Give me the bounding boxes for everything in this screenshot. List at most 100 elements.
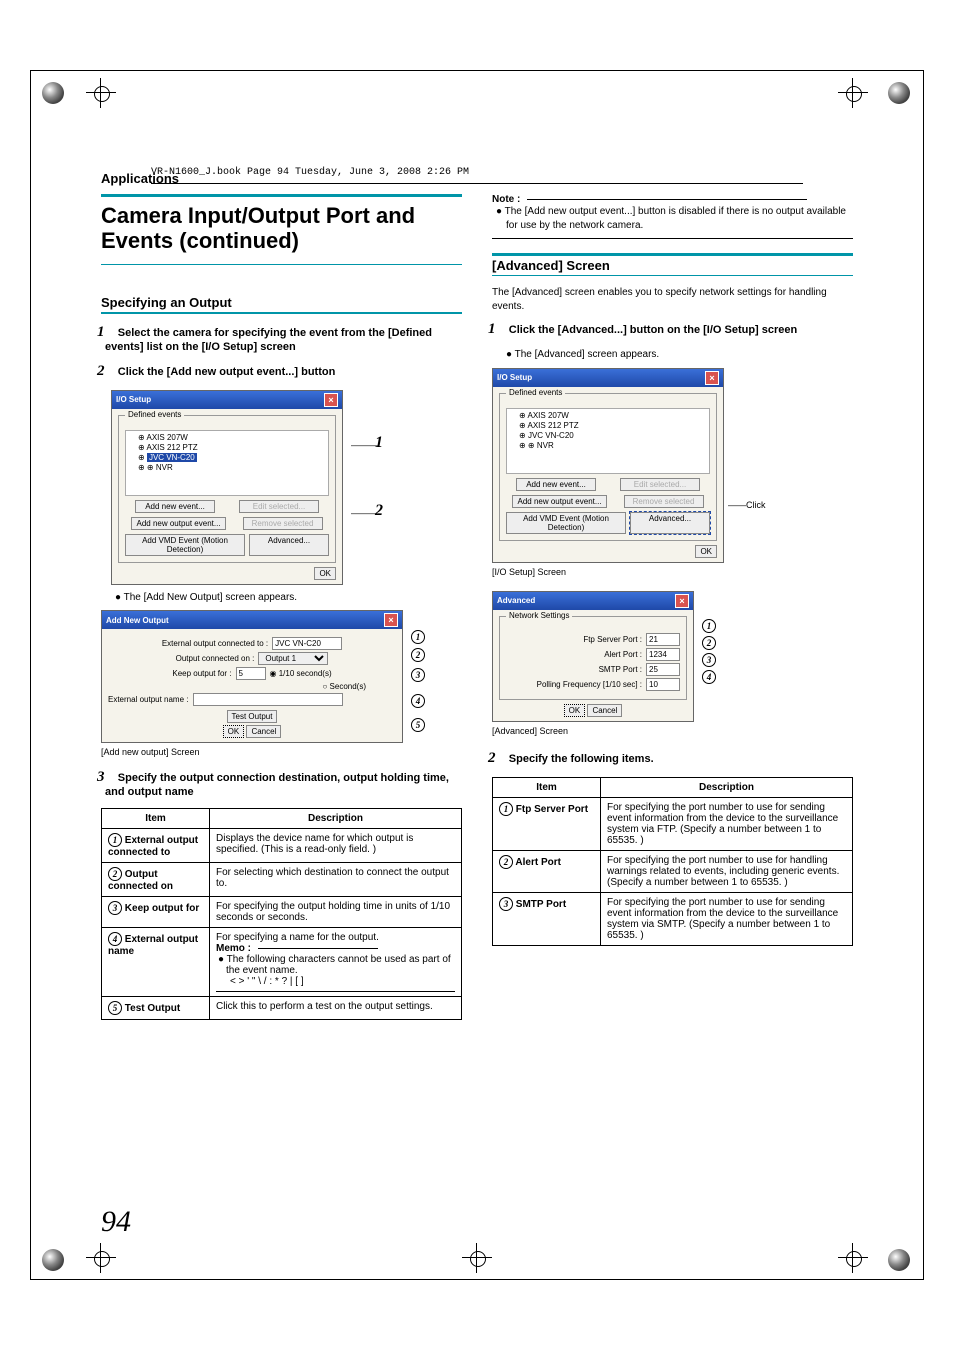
- right-column: Note : ● The [Add new output event...] b…: [492, 194, 853, 1020]
- output-items-table: Item Description 1 External output conne…: [101, 808, 462, 1020]
- ext-output-connected-field: [272, 637, 342, 650]
- advanced-button-highlighted: Advanced...: [630, 512, 710, 534]
- callout-5: 5: [411, 718, 425, 732]
- callout-line-1: ———: [351, 440, 378, 450]
- poll-freq-label: Polling Frequency [1/10 sec] :: [537, 680, 642, 689]
- radio-tenth-second: ◉ 1/10 second(s): [270, 669, 332, 678]
- edit-selected-button: Edit selected...: [239, 500, 319, 513]
- table-row: 4 External output name For specifying a …: [102, 928, 462, 997]
- book-header-text: VR-N1600_J.book Page 94 Tuesday, June 3,…: [151, 167, 469, 178]
- add-event-button: Add new event...: [135, 500, 215, 513]
- th-item: Item: [493, 777, 601, 797]
- window-title: Add New Output: [106, 616, 169, 625]
- callout-line-2: ———: [351, 508, 378, 518]
- network-settings-group: Network Settings Ftp Server Port : Alert…: [499, 616, 687, 700]
- remove-selected-button: Remove selected: [243, 517, 323, 530]
- window-title: Advanced: [497, 596, 535, 605]
- table-row: 3 SMTP Port For specifying the port numb…: [493, 892, 853, 945]
- tree-item: ⊕ AXIS 207W: [509, 411, 707, 421]
- title-box: Camera Input/Output Port and Events (con…: [101, 194, 462, 265]
- step-number: 1: [101, 324, 115, 341]
- click-pointer: ——Click: [728, 500, 766, 510]
- ext-output-name-label: External output name :: [108, 695, 189, 704]
- step-text: Specify the following items.: [509, 753, 654, 765]
- defined-events-group: Defined events ⊕ AXIS 207W ⊕ AXIS 212 PT…: [118, 415, 336, 563]
- window-titlebar: I/O Setup ×: [493, 369, 723, 387]
- advanced-items-table: Item Description 1 Ftp Server Port For s…: [492, 777, 853, 946]
- left-step-2: 2 Click the [Add new output event...] bu…: [101, 363, 462, 380]
- add-output-event-button: Add new output event...: [512, 495, 606, 508]
- output-connected-on-select: Output 1: [258, 652, 328, 665]
- left-step-1: 1 Select the camera for specifying the e…: [101, 324, 462, 353]
- callout-3: 3: [411, 668, 425, 682]
- ok-button: OK: [564, 704, 586, 717]
- left-column: Camera Input/Output Port and Events (con…: [101, 194, 462, 1020]
- alert-port-field: [646, 648, 680, 661]
- advanced-screenshot: Advanced × Network Settings Ftp Server P…: [492, 591, 694, 722]
- table-row: 3 Keep output for For specifying the out…: [102, 897, 462, 928]
- th-desc: Description: [210, 809, 462, 829]
- page-number: 94: [101, 1205, 131, 1239]
- page-frame: VR-N1600_J.book Page 94 Tuesday, June 3,…: [30, 70, 924, 1280]
- defined-events-group: Defined events ⊕ AXIS 207W ⊕ AXIS 212 PT…: [499, 393, 717, 541]
- callout-1: 1: [702, 619, 716, 633]
- callout-4: 4: [702, 670, 716, 684]
- window-title: I/O Setup: [116, 395, 151, 404]
- io-setup-caption: [I/O Setup] Screen: [492, 567, 853, 577]
- th-desc: Description: [601, 777, 853, 797]
- remove-selected-button: Remove selected: [624, 495, 704, 508]
- close-icon: ×: [384, 613, 398, 627]
- ok-button: OK: [314, 567, 336, 580]
- add-vmd-button: Add VMD Event (Motion Detection): [125, 534, 245, 556]
- callout-1: 1: [375, 434, 383, 452]
- step-number: 1: [492, 321, 506, 338]
- defined-events-tree: ⊕ AXIS 207W ⊕ AXIS 212 PTZ ⊕ JVC VN-C20 …: [125, 430, 329, 496]
- add-vmd-button: Add VMD Event (Motion Detection): [506, 512, 626, 534]
- subhead-advanced: [Advanced] Screen: [492, 258, 853, 276]
- io-setup-screenshot-right: I/O Setup × Defined events ⊕ AXIS 207W ⊕…: [492, 368, 724, 563]
- ext-output-name-field: [193, 693, 343, 706]
- output-connected-on-label: Output connected on :: [176, 654, 255, 663]
- ok-button: OK: [695, 545, 717, 558]
- book-header: VR-N1600_J.book Page 94 Tuesday, June 3,…: [151, 167, 803, 178]
- step-text: Select the camera for specifying the eve…: [105, 327, 432, 353]
- group-legend: Defined events: [125, 410, 184, 419]
- note-title: Note :: [492, 194, 520, 205]
- advanced-intro: The [Advanced] screen enables you to spe…: [492, 286, 853, 313]
- step-number: 3: [101, 769, 115, 786]
- tree-item: ⊕ AXIS 212 PTZ: [509, 421, 707, 431]
- add-event-button: Add new event...: [516, 478, 596, 491]
- step-number: 2: [492, 750, 506, 767]
- alert-port-label: Alert Port :: [604, 650, 642, 659]
- advanced-caption: [Advanced] Screen: [492, 726, 853, 736]
- window-title: I/O Setup: [497, 373, 532, 382]
- table-row: 1 Ftp Server Port For specifying the por…: [493, 797, 853, 850]
- smtp-port-field: [646, 663, 680, 676]
- group-legend: Defined events: [506, 388, 565, 397]
- bullet-after-shot1: ● The [Add New Output] screen appears.: [101, 591, 462, 605]
- add-output-event-button: Add new output event...: [131, 517, 225, 530]
- edit-selected-button: Edit selected...: [620, 478, 700, 491]
- poll-freq-field: [646, 678, 680, 691]
- ftp-port-field: [646, 633, 680, 646]
- ext-output-connected-label: External output connected to :: [162, 639, 268, 648]
- close-icon: ×: [675, 594, 689, 608]
- io-setup-screenshot: I/O Setup × Defined events ⊕ AXIS 207W ⊕…: [111, 390, 343, 585]
- table-row: 2 Output connected on For selecting whic…: [102, 863, 462, 897]
- cancel-button: Cancel: [587, 704, 622, 717]
- table-row: 1 External output connected to Displays …: [102, 829, 462, 863]
- tree-item: ⊕ JVC VN-C20: [128, 453, 326, 463]
- table-row: 5 Test Output Click this to perform a te…: [102, 997, 462, 1020]
- window-titlebar: I/O Setup ×: [112, 391, 342, 409]
- right-step-1: 1 Click the [Advanced...] button on the …: [492, 321, 853, 338]
- step-text: Click the [Add new output event...] butt…: [118, 366, 336, 378]
- smtp-port-label: SMTP Port :: [599, 665, 642, 674]
- keep-output-label: Keep output for :: [172, 669, 231, 678]
- bullet-advanced-appears: ● The [Advanced] screen appears.: [492, 348, 853, 362]
- window-titlebar: Advanced ×: [493, 592, 693, 610]
- advanced-button: Advanced...: [249, 534, 329, 556]
- tree-item: ⊕ AXIS 212 PTZ: [128, 443, 326, 453]
- page-title: Camera Input/Output Port and Events (con…: [101, 203, 462, 254]
- two-column-layout: Camera Input/Output Port and Events (con…: [101, 194, 853, 1020]
- tree-item: ⊕ AXIS 207W: [128, 433, 326, 443]
